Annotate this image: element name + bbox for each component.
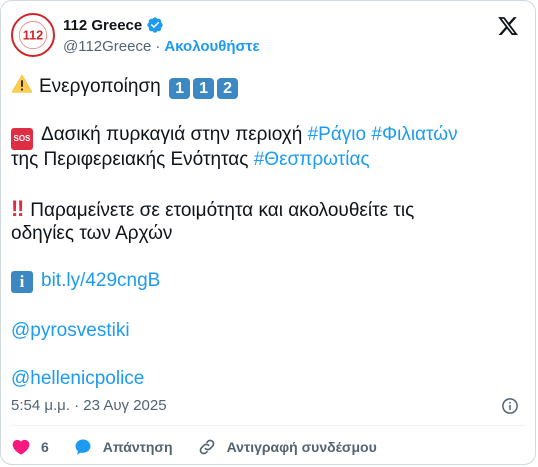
separator-dot: ·: [155, 38, 161, 55]
timestamp[interactable]: 5:54 μ.μ. · 23 Αυγ 2025: [11, 397, 167, 414]
sos-icon: SOS: [11, 128, 33, 150]
tweet-line-region: της Περιφερειακής Ενότητας #Θεσπρωτίας: [11, 148, 370, 172]
link-chain-icon: [199, 439, 214, 455]
action-bar: 6 Απάντηση Αντιγραφή συνδέσμου: [11, 437, 401, 457]
reply-label: Απάντηση: [102, 439, 173, 455]
mention-link[interactable]: @pyrosvestiki: [11, 320, 130, 341]
avatar[interactable]: 112: [11, 13, 55, 57]
tweet-line-activation: Ενεργοποίηση 112: [11, 73, 239, 99]
svg-text:112: 112: [23, 28, 44, 43]
hashtag-link[interactable]: #Θεσπρωτίας: [254, 149, 370, 170]
activation-text: Ενεργοποίηση: [39, 76, 161, 97]
warning-icon: [11, 74, 33, 93]
heart-icon: [12, 439, 30, 455]
follow-button[interactable]: Ακολουθήστε: [164, 38, 259, 55]
reply-bubble-icon: [75, 439, 91, 455]
tweet-line-mention1: @pyrosvestiki: [11, 319, 130, 343]
tweet-line-alert: ‼ Παραμείνετε σε ετοιμότητα και ακολουθεί…: [11, 197, 414, 223]
double-exclamation-icon: ‼: [11, 196, 24, 221]
verified-badge-icon: [147, 17, 163, 33]
alert-text: Παραμείνετε σε ετοιμότητα και ακολουθείτ…: [30, 200, 415, 221]
handle[interactable]: @112Greece: [63, 38, 151, 55]
alert-text-cont: οδηγίες των Αρχών: [11, 223, 173, 244]
display-name[interactable]: 112 Greece: [63, 17, 142, 34]
mention-link[interactable]: @hellenicpolice: [11, 368, 144, 389]
keycap-one-icon: 1: [193, 78, 215, 99]
hashtag-link[interactable]: #Φιλιατών: [371, 124, 457, 145]
keycap-one-icon: 1: [169, 78, 191, 99]
tweet-line-fire: SOS Δασική πυρκαγιά στην περιοχή #Ράγιο #…: [11, 123, 458, 150]
tweet-line-link: i bit.ly/429cngB: [11, 269, 160, 293]
keycap-two-icon: 2: [217, 78, 239, 99]
like-button[interactable]: 6: [11, 437, 49, 457]
information-icon: i: [11, 271, 33, 293]
112-logo-icon: 112: [14, 16, 52, 54]
tweet-line-alert-cont: οδηγίες των Αρχών: [11, 222, 172, 246]
x-logo-icon[interactable]: [497, 15, 519, 37]
copy-link-button[interactable]: Αντιγραφή συνδέσμου: [197, 437, 377, 457]
tweet-line-mention2: @hellenicpolice: [11, 367, 144, 391]
copy-link-label: Αντιγραφή συνδέσμου: [226, 439, 377, 455]
tweet-card: 112 112 Greece @112Greece · Ακολουθήστε …: [0, 0, 536, 465]
divider: [11, 425, 525, 426]
hashtag-link[interactable]: #Ράγιο: [308, 124, 367, 145]
fire-text: Δασική πυρκαγιά στην περιοχή: [41, 124, 303, 145]
info-circle-icon[interactable]: [501, 397, 519, 415]
region-text: της Περιφερειακής Ενότητας: [11, 149, 249, 170]
like-count: 6: [41, 439, 49, 455]
reply-button[interactable]: Απάντηση: [73, 437, 173, 457]
short-link[interactable]: bit.ly/429cngB: [41, 270, 160, 291]
